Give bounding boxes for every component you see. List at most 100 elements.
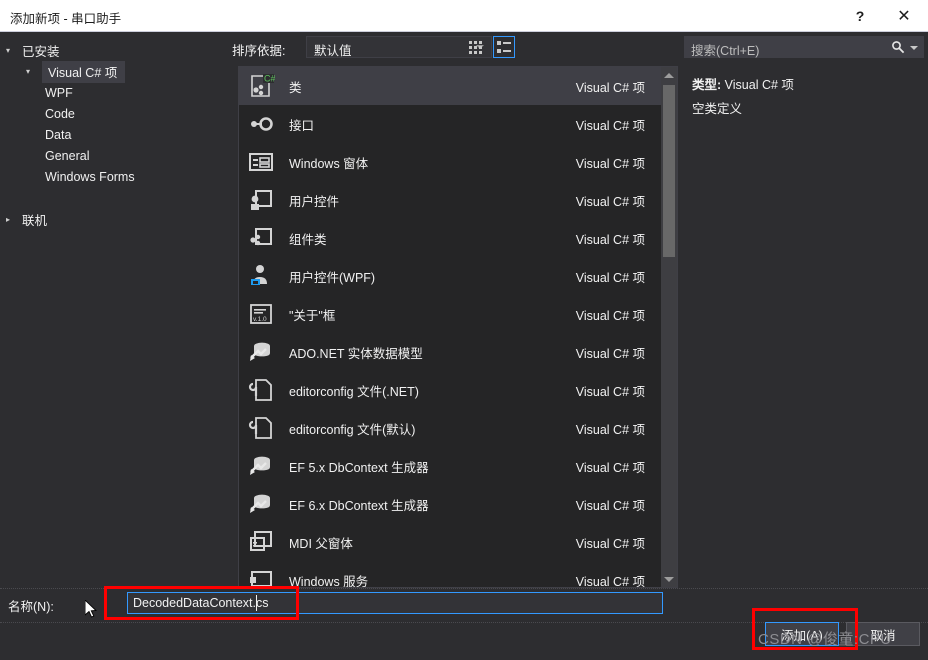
component-class-icon bbox=[245, 222, 277, 254]
tree-node-windows-forms-label: Windows Forms bbox=[45, 169, 135, 184]
template-row[interactable]: Windows 服务 Visual C# 项 bbox=[239, 561, 677, 588]
scroll-up-button[interactable] bbox=[661, 67, 677, 83]
tree-node-installed[interactable]: ▾ 已安装 bbox=[0, 40, 228, 61]
chevron-down-icon: ▾ bbox=[26, 66, 31, 76]
name-field-label: 名称(N): bbox=[8, 600, 54, 614]
detail-type-label: 类型: bbox=[692, 78, 722, 92]
template-name: MDI 父窗体 bbox=[289, 536, 353, 551]
template-row[interactable]: editorconfig 文件(默认) Visual C# 项 bbox=[239, 409, 677, 447]
help-button[interactable]: ? bbox=[838, 0, 882, 31]
template-row[interactable]: EF 5.x DbContext 生成器 Visual C# 项 bbox=[239, 447, 677, 485]
tree-node-general[interactable]: General bbox=[0, 145, 228, 166]
detail-description: 空类定义 bbox=[692, 102, 743, 116]
editorconfig-icon bbox=[245, 374, 277, 406]
chevron-down-icon[interactable] bbox=[910, 46, 918, 50]
grid-view-button[interactable] bbox=[464, 36, 486, 58]
scrollbar-thumb[interactable] bbox=[663, 85, 675, 257]
template-kind: Visual C# 项 bbox=[575, 574, 645, 588]
template-kind: Visual C# 项 bbox=[575, 270, 645, 285]
template-kind: Visual C# 项 bbox=[575, 232, 645, 247]
tree-node-visual-csharp-label: Visual C# 项 bbox=[42, 60, 126, 83]
template-name: 组件类 bbox=[289, 232, 327, 247]
user-control-wpf-icon bbox=[245, 260, 277, 292]
tree-node-visual-csharp[interactable]: ▾ Visual C# 项 bbox=[0, 60, 228, 83]
list-view-button[interactable] bbox=[493, 36, 515, 58]
template-row[interactable]: MDI 父窗体 Visual C# 项 bbox=[239, 523, 677, 561]
template-kind: Visual C# 项 bbox=[575, 422, 645, 437]
search-input[interactable]: 搜索(Ctrl+E) bbox=[684, 36, 924, 58]
template-name: editorconfig 文件(默认) bbox=[289, 422, 416, 437]
footer-divider-top bbox=[0, 588, 928, 589]
tree-node-wpf[interactable]: WPF bbox=[0, 82, 228, 103]
template-row[interactable]: Windows 窗体 Visual C# 项 bbox=[239, 143, 677, 181]
name-input[interactable] bbox=[127, 592, 663, 614]
template-row[interactable]: v.1.0 "关于"框 Visual C# 项 bbox=[239, 295, 677, 333]
tree-node-wpf-label: WPF bbox=[45, 85, 73, 100]
tree-node-data-label: Data bbox=[45, 127, 72, 142]
tree-node-code[interactable]: Code bbox=[0, 103, 228, 124]
mdi-parent-form-icon bbox=[245, 526, 277, 558]
template-row[interactable]: 接口 Visual C# 项 bbox=[239, 105, 677, 143]
dialog-title: 添加新项 - 串口助手 bbox=[10, 12, 122, 26]
template-name: 用户控件 bbox=[289, 194, 340, 209]
template-name: 用户控件(WPF) bbox=[289, 270, 376, 285]
close-button[interactable]: ✕ bbox=[882, 0, 926, 31]
template-name: 类 bbox=[289, 80, 302, 95]
tree-node-online-label: 联机 bbox=[22, 214, 48, 228]
triangle-down-icon bbox=[664, 576, 674, 582]
svg-text:v.1.0: v.1.0 bbox=[253, 316, 267, 323]
template-kind: Visual C# 项 bbox=[575, 308, 645, 323]
windows-form-icon bbox=[245, 146, 277, 178]
class-csharp-icon: C# bbox=[245, 70, 277, 102]
sort-by-label: 排序依据: bbox=[232, 44, 286, 58]
title-bar: 添加新项 - 串口助手 ? ✕ bbox=[0, 0, 928, 32]
tree-node-windows-forms[interactable]: Windows Forms bbox=[0, 166, 228, 187]
template-name: Windows 窗体 bbox=[289, 156, 369, 171]
editorconfig-icon bbox=[245, 412, 277, 444]
template-list-scrollbar[interactable] bbox=[661, 67, 677, 587]
template-row[interactable]: C# 类 Visual C# 项 bbox=[239, 67, 677, 105]
template-row[interactable]: EF 6.x DbContext 生成器 Visual C# 项 bbox=[239, 485, 677, 523]
template-kind: Visual C# 项 bbox=[575, 118, 645, 133]
tree-node-online[interactable]: ▸ 联机 bbox=[0, 209, 228, 230]
detail-type-row: 类型: Visual C# 项 bbox=[692, 74, 794, 93]
template-kind: Visual C# 项 bbox=[575, 498, 645, 513]
list-toolbar: 排序依据: 默认值 bbox=[232, 36, 682, 60]
template-row[interactable]: editorconfig 文件(.NET) Visual C# 项 bbox=[239, 371, 677, 409]
template-name: EF 6.x DbContext 生成器 bbox=[289, 498, 429, 513]
tree-node-data[interactable]: Data bbox=[0, 124, 228, 145]
user-control-icon bbox=[245, 184, 277, 216]
add-new-item-dialog: 添加新项 - 串口助手 ? ✕ ▾ 已安装 ▾ Visual C# 项 WPF … bbox=[0, 0, 928, 660]
template-kind: Visual C# 项 bbox=[575, 460, 645, 475]
text-caret bbox=[256, 595, 257, 611]
tree-node-code-label: Code bbox=[45, 106, 75, 121]
template-kind: Visual C# 项 bbox=[575, 346, 645, 361]
mouse-cursor bbox=[85, 600, 97, 618]
windows-service-icon bbox=[245, 564, 277, 587]
scroll-down-button[interactable] bbox=[661, 571, 677, 587]
template-list[interactable]: C# 类 Visual C# 项 接口 Visual C# 项 Windows … bbox=[238, 66, 678, 588]
template-kind: Visual C# 项 bbox=[575, 194, 645, 209]
ado-net-model-icon bbox=[245, 336, 277, 368]
triangle-up-icon bbox=[664, 72, 674, 78]
template-kind: Visual C# 项 bbox=[575, 156, 645, 171]
template-row[interactable]: 用户控件 Visual C# 项 bbox=[239, 181, 677, 219]
template-kind: Visual C# 项 bbox=[575, 384, 645, 399]
installed-tree-pane: ▾ 已安装 ▾ Visual C# 项 WPF Code Data Genera… bbox=[0, 32, 228, 582]
template-name: EF 5.x DbContext 生成器 bbox=[289, 460, 429, 475]
template-row[interactable]: ADO.NET 实体数据模型 Visual C# 项 bbox=[239, 333, 677, 371]
template-kind: Visual C# 项 bbox=[575, 80, 645, 95]
sort-by-value: 默认值 bbox=[314, 44, 352, 58]
interface-icon bbox=[245, 108, 277, 140]
detail-type-value: Visual C# 项 bbox=[724, 78, 794, 92]
template-name: 接口 bbox=[289, 118, 315, 133]
template-row[interactable]: 组件类 Visual C# 项 bbox=[239, 219, 677, 257]
search-icon[interactable] bbox=[891, 40, 905, 57]
tree-node-general-label: General bbox=[45, 148, 90, 163]
ef-dbcontext-icon bbox=[245, 488, 277, 520]
chevron-down-icon: ▾ bbox=[6, 45, 11, 55]
chevron-right-icon: ▸ bbox=[6, 214, 11, 224]
watermark: CSDN @俊童:CPU bbox=[758, 631, 892, 648]
template-kind: Visual C# 项 bbox=[575, 536, 645, 551]
template-row[interactable]: 用户控件(WPF) Visual C# 项 bbox=[239, 257, 677, 295]
